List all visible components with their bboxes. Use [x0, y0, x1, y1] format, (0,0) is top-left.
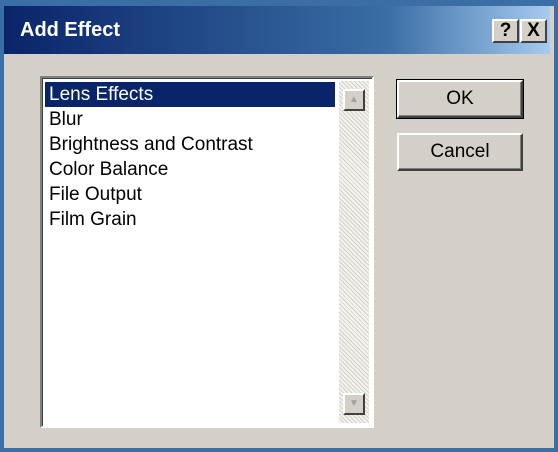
scroll-up-button[interactable]: ▲ [343, 89, 365, 111]
scroll-down-arrow-icon: ▼ [349, 398, 359, 409]
list-item[interactable]: Lens Effects [45, 82, 335, 107]
vertical-scrollbar[interactable]: ▲ ▼ [339, 81, 369, 423]
list-item[interactable]: Brightness and Contrast [45, 132, 335, 157]
list-item[interactable]: Color Balance [45, 157, 335, 182]
cancel-button[interactable]: Cancel [397, 133, 523, 171]
help-button[interactable]: ? [492, 19, 519, 43]
help-icon: ? [499, 20, 512, 41]
scroll-up-arrow-icon: ▲ [349, 94, 359, 105]
ok-button[interactable]: OK [396, 79, 524, 119]
title-bar[interactable]: Add Effect ? X [4, 6, 550, 54]
effects-listbox[interactable]: Lens Effects Blur Brightness and Contras… [40, 76, 374, 428]
scroll-down-button[interactable]: ▼ [343, 393, 365, 415]
close-button[interactable]: X [520, 19, 547, 43]
dialog-title: Add Effect [20, 19, 120, 41]
list-item[interactable]: Film Grain [45, 207, 335, 232]
list-item[interactable]: Blur [45, 107, 335, 132]
list-item[interactable]: File Output [45, 182, 335, 207]
close-icon: X [527, 20, 540, 41]
effects-list: Lens Effects Blur Brightness and Contras… [45, 82, 335, 420]
